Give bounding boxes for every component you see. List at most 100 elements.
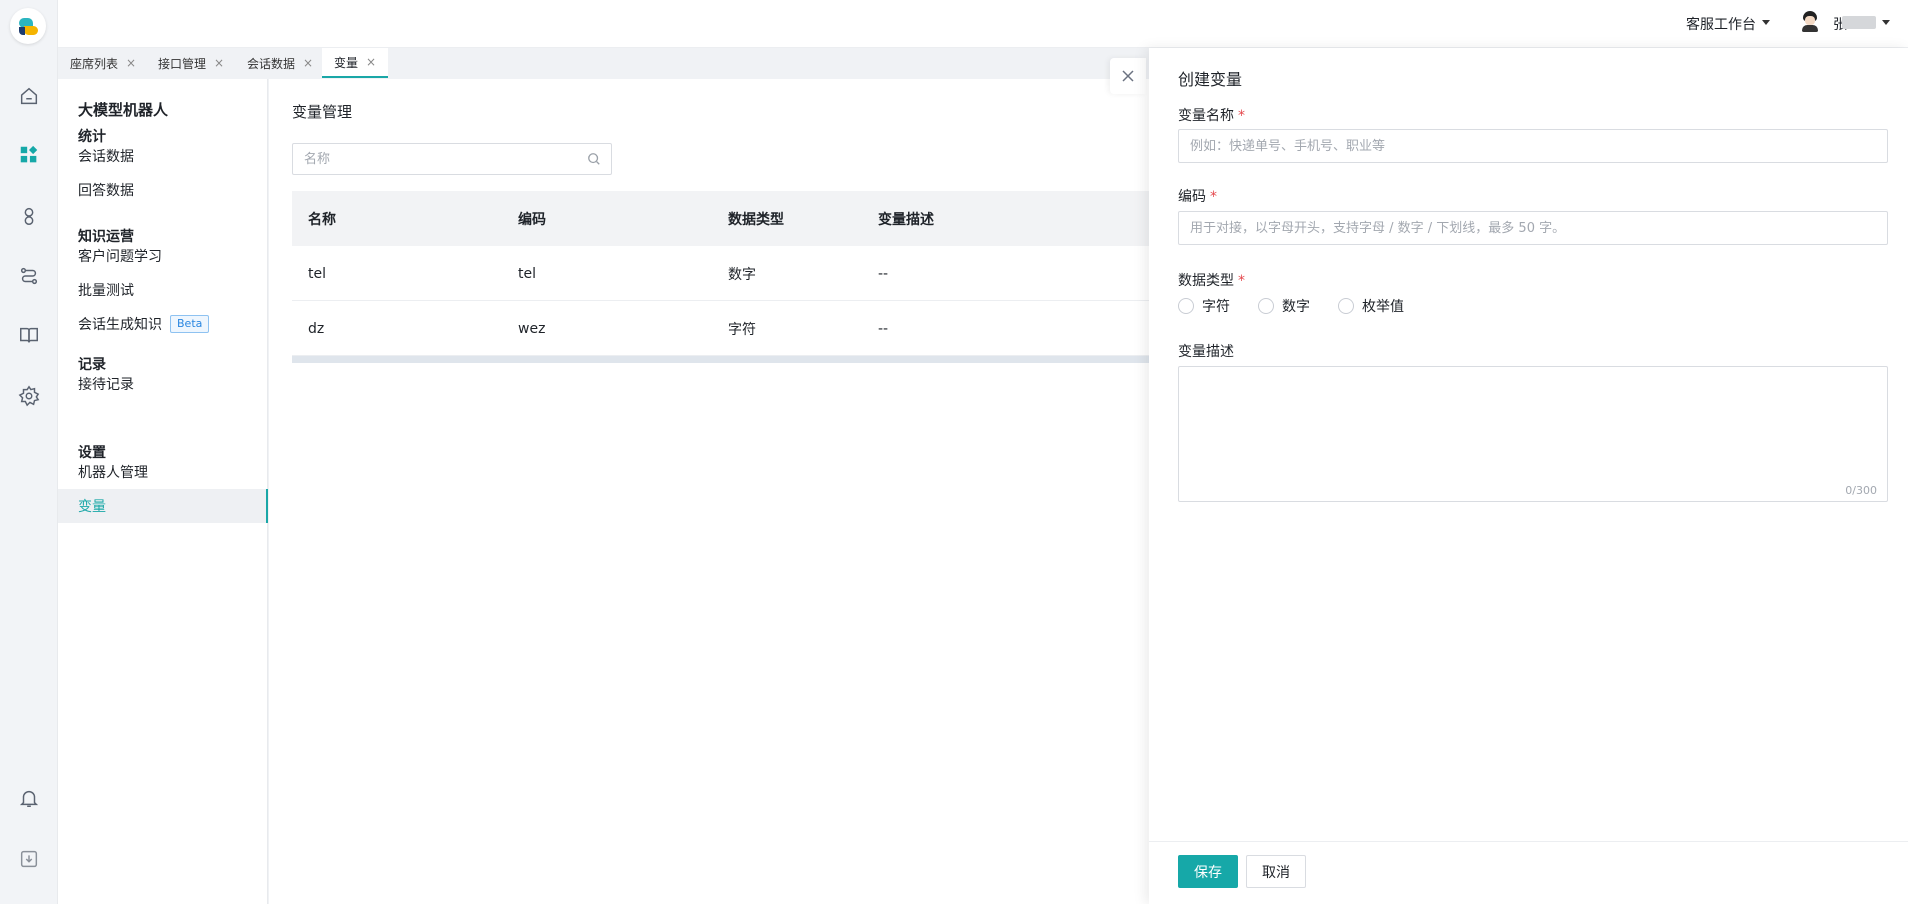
tab-session-data[interactable]: 会话数据 × <box>235 48 325 78</box>
field-label-description: 变量描述 <box>1178 344 1234 360</box>
close-icon[interactable]: × <box>303 56 313 70</box>
chevron-down-icon[interactable] <box>1762 20 1770 25</box>
description-field: 0/300 <box>1178 366 1888 502</box>
cell-description: -- <box>878 320 889 337</box>
apps-icon[interactable] <box>17 143 41 167</box>
module-sidebar: 大模型机器人 统计 会话数据 回答数据 知识运营 客户问题学习 批量测试 会话生… <box>58 79 268 904</box>
radio-type-number[interactable]: 数字 <box>1258 296 1310 316</box>
cell-code: wez <box>518 320 546 337</box>
cell-code: tel <box>518 265 536 282</box>
sidebar-item-session-data[interactable]: 会话数据 <box>58 139 268 173</box>
user-icon[interactable] <box>17 204 41 228</box>
radio-type-enum[interactable]: 枚举值 <box>1338 296 1404 316</box>
variable-code-field <box>1178 211 1888 245</box>
top-header <box>58 0 1908 48</box>
sidebar-title: 大模型机器人 <box>78 101 169 119</box>
sidebar-item-label: 接待记录 <box>78 377 134 393</box>
app-logo[interactable] <box>10 8 46 44</box>
home-icon[interactable] <box>17 84 41 108</box>
radio-circle-icon[interactable] <box>1178 298 1194 314</box>
cell-description: -- <box>878 265 889 282</box>
avatar[interactable] <box>1799 10 1821 32</box>
radio-label: 字符 <box>1202 299 1230 315</box>
tab-variables[interactable]: 变量 × <box>322 48 389 78</box>
search-icon[interactable] <box>587 152 601 166</box>
save-button[interactable]: 保存 <box>1178 855 1238 888</box>
tab-label: 座席列表 <box>70 56 119 71</box>
sidebar-item-label: 会话生成知识 <box>78 317 162 333</box>
variable-name-input[interactable] <box>1179 130 1887 162</box>
sidebar-item-session-knowledge[interactable]: 会话生成知识 Beta <box>58 307 268 341</box>
description-textarea[interactable] <box>1179 367 1887 501</box>
radio-circle-icon[interactable] <box>1338 298 1354 314</box>
column-header-code: 编码 <box>518 211 546 228</box>
tab-label: 接口管理 <box>158 56 207 71</box>
sidebar-item-label: 回答数据 <box>78 183 134 199</box>
close-icon[interactable]: × <box>126 56 136 70</box>
drawer-close-button[interactable] <box>1110 58 1146 94</box>
table-header: 名称 编码 数据类型 变量描述 <box>292 191 1149 246</box>
cancel-button[interactable]: 取消 <box>1246 855 1306 888</box>
drawer-title: 创建变量 <box>1178 70 1243 89</box>
tab-label: 会话数据 <box>247 56 296 71</box>
variable-name-field <box>1178 129 1888 163</box>
user-name-redacted <box>1842 16 1876 29</box>
table-row[interactable]: dz wez 字符 -- <box>292 301 1149 356</box>
cell-data-type: 数字 <box>728 266 756 283</box>
variable-code-input[interactable] <box>1179 212 1887 244</box>
flow-icon[interactable] <box>17 264 41 288</box>
beta-badge: Beta <box>170 315 210 333</box>
search-box <box>292 143 612 175</box>
radio-type-string[interactable]: 字符 <box>1178 296 1230 316</box>
cell-data-type: 字符 <box>728 321 756 338</box>
variables-table: 名称 编码 数据类型 变量描述 tel tel 数字 -- dz wez 字符 … <box>292 191 1149 363</box>
sidebar-item-label: 机器人管理 <box>78 465 148 481</box>
sidebar-item-label: 客户问题学习 <box>78 249 162 265</box>
label-text: 编码 <box>1178 189 1206 205</box>
close-icon <box>1122 70 1134 82</box>
workbench-switcher[interactable]: 客服工作台 <box>1686 14 1756 34</box>
bell-icon[interactable] <box>17 786 41 810</box>
field-label-name: 变量名称 * <box>1178 105 1245 125</box>
column-header-name: 名称 <box>308 211 336 228</box>
drawer-footer: 保存 取消 <box>1149 841 1908 904</box>
chevron-down-icon[interactable] <box>1882 20 1890 25</box>
tab-label: 变量 <box>334 55 359 70</box>
table-row[interactable]: tel tel 数字 -- <box>292 246 1149 301</box>
download-icon[interactable] <box>17 847 41 871</box>
field-label-code: 编码 * <box>1178 186 1217 206</box>
sidebar-item-customer-question-learning[interactable]: 客户问题学习 <box>58 239 268 273</box>
sidebar-item-label: 会话数据 <box>78 149 134 165</box>
close-icon[interactable]: × <box>366 55 376 69</box>
radio-label: 枚举值 <box>1362 299 1404 315</box>
label-text: 数据类型 <box>1178 273 1234 289</box>
cell-name: dz <box>308 320 325 337</box>
label-text: 变量名称 <box>1178 108 1234 124</box>
radio-circle-icon[interactable] <box>1258 298 1274 314</box>
settings-icon[interactable] <box>17 384 41 408</box>
sidebar-item-answer-data[interactable]: 回答数据 <box>58 173 268 207</box>
required-mark: * <box>1238 273 1245 289</box>
column-header-description: 变量描述 <box>878 211 934 228</box>
close-icon[interactable]: × <box>214 56 224 70</box>
cell-name: tel <box>308 265 326 282</box>
main-content: 变量管理 名称 编码 数据类型 变量描述 tel tel 数字 -- dz we… <box>269 79 1149 904</box>
sidebar-item-label: 变量 <box>78 499 106 515</box>
field-label-data-type: 数据类型 * <box>1178 270 1245 290</box>
book-icon[interactable] <box>17 323 41 347</box>
sidebar-item-robot-management[interactable]: 机器人管理 <box>58 455 268 489</box>
tab-api-management[interactable]: 接口管理 × <box>146 48 236 78</box>
sidebar-item-label: 批量测试 <box>78 283 134 299</box>
page-title: 变量管理 <box>292 103 353 121</box>
create-variable-drawer: 创建变量 变量名称* 编码* 数据类型* 字符 数字 枚举值 变量描述 0/30… <box>1149 48 1908 904</box>
radio-label: 数字 <box>1282 299 1310 315</box>
horizontal-scrollbar[interactable] <box>292 356 1149 363</box>
required-mark: * <box>1238 108 1245 124</box>
required-mark: * <box>1210 189 1217 205</box>
sidebar-item-variables[interactable]: 变量 <box>58 489 268 523</box>
tab-seat-list[interactable]: 座席列表 × <box>58 48 148 78</box>
search-input[interactable] <box>293 144 573 174</box>
column-header-data-type: 数据类型 <box>728 211 784 228</box>
sidebar-item-reception-records[interactable]: 接待记录 <box>58 367 268 401</box>
sidebar-item-batch-test[interactable]: 批量测试 <box>58 273 268 307</box>
